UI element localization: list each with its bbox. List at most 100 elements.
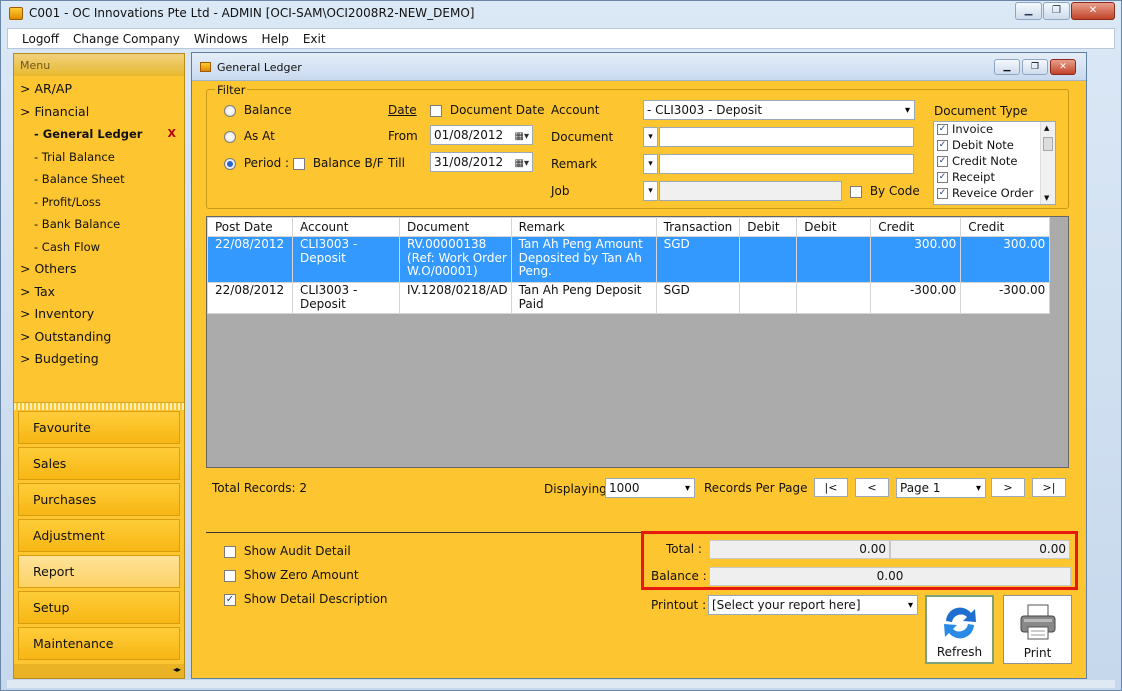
child-close-icon[interactable]: ✕ <box>1050 59 1076 75</box>
tree-item-cash-flow[interactable]: - Cash Flow <box>14 236 184 259</box>
prev-page-button[interactable]: < <box>855 478 889 497</box>
show-detail-description-checkbox[interactable]: ✓ <box>224 593 236 606</box>
cell-document: RV.00000138 (Ref: Work Order W.O/00001) <box>399 236 512 283</box>
balance-radio[interactable] <box>224 104 236 117</box>
total-label: Total : <box>666 542 702 556</box>
column-header[interactable]: Credit <box>960 217 1051 237</box>
column-header[interactable]: Credit <box>870 217 962 237</box>
next-page-button[interactable]: > <box>991 478 1025 497</box>
scroll-down-icon[interactable]: ▼ <box>1044 194 1049 202</box>
nav-button-adjustment[interactable]: Adjustment <box>18 519 180 552</box>
calendar-icon[interactable]: ▦▾ <box>515 155 529 171</box>
column-header[interactable]: Document <box>399 217 512 237</box>
first-page-button[interactable]: |< <box>814 478 848 497</box>
page-value: Page 1 <box>900 481 941 495</box>
column-header[interactable]: Account <box>292 217 400 237</box>
table-row[interactable]: 22/08/2012 CLI3003 - Deposit IV.1208/021… <box>207 282 1051 314</box>
tree-item-financial[interactable]: > Financial <box>14 101 184 124</box>
cell-debit <box>739 236 798 283</box>
table-row[interactable]: 22/08/2012 CLI3003 - Deposit RV.00000138… <box>207 236 1051 283</box>
document-input[interactable] <box>659 127 914 147</box>
tree-item-ar-ap[interactable]: > AR/AP <box>14 78 184 101</box>
tree-item-trial-balance[interactable]: - Trial Balance <box>14 146 184 169</box>
show-detail-description-label: Show Detail Description <box>243 592 388 606</box>
tree-item-outstanding[interactable]: > Outstanding <box>14 326 184 349</box>
close-tab-icon[interactable]: X <box>168 123 176 145</box>
menu-windows[interactable]: Windows <box>194 32 248 46</box>
status-strip <box>7 680 1115 688</box>
nav-button-purchases[interactable]: Purchases <box>18 483 180 516</box>
remark-dropdown-icon[interactable]: ▾ <box>643 154 658 174</box>
list-item[interactable]: ✓ Receipt <box>934 170 1055 186</box>
menu-change-company[interactable]: Change Company <box>73 32 180 46</box>
nav-button-report[interactable]: Report <box>18 555 180 588</box>
list-item[interactable]: ✓ Reveice Order <box>934 186 1055 202</box>
doc-type-checkbox[interactable]: ✓ <box>937 188 948 199</box>
balance-bf-checkbox[interactable] <box>293 157 305 170</box>
minimize-icon[interactable]: ▁ <box>1015 2 1042 20</box>
account-select[interactable]: - CLI3003 - Deposit ▾ <box>643 100 915 120</box>
tree-item-profit-loss[interactable]: - Profit/Loss <box>14 191 184 214</box>
nav-button-sales[interactable]: Sales <box>18 447 180 480</box>
remark-label: Remark <box>551 157 598 171</box>
panel-arrows-icon[interactable]: ◂▸ <box>173 665 181 674</box>
total-records: Total Records: 2 <box>212 481 308 495</box>
tree-item-others[interactable]: > Others <box>14 258 184 281</box>
nav-button-maintenance[interactable]: Maintenance <box>18 627 180 660</box>
document-dropdown-icon[interactable]: ▾ <box>643 127 658 147</box>
scroll-up-icon[interactable]: ▲ <box>1044 124 1049 132</box>
child-restore-icon[interactable]: ❐ <box>1022 59 1048 75</box>
restore-icon[interactable]: ❐ <box>1043 2 1070 20</box>
doc-type-checkbox[interactable]: ✓ <box>937 172 948 183</box>
printout-select[interactable]: [Select your report here] ▾ <box>708 595 918 615</box>
scroll-thumb[interactable] <box>1043 137 1053 151</box>
tree-item-inventory[interactable]: > Inventory <box>14 303 184 326</box>
doc-type-checkbox[interactable]: ✓ <box>937 140 948 151</box>
last-page-button[interactable]: >| <box>1032 478 1066 497</box>
tree-item-balance-sheet[interactable]: - Balance Sheet <box>14 168 184 191</box>
till-date-input[interactable]: 31/08/2012 ▦▾ <box>430 152 533 172</box>
nav-button-favourite[interactable]: Favourite <box>18 411 180 444</box>
menu-exit[interactable]: Exit <box>303 32 326 46</box>
page-select[interactable]: Page 1 ▾ <box>896 478 986 498</box>
tree-item-general-ledger[interactable]: - General Ledger X <box>14 123 184 146</box>
per-page-select[interactable]: 1000 ▾ <box>605 478 695 498</box>
doc-type-checkbox[interactable]: ✓ <box>937 124 948 135</box>
doc-type-checkbox[interactable]: ✓ <box>937 156 948 167</box>
list-item[interactable]: ✓ Invoice <box>934 122 1055 138</box>
remark-input[interactable] <box>659 154 914 174</box>
as-at-radio[interactable] <box>224 130 236 143</box>
column-header[interactable]: Debit <box>796 217 872 237</box>
job-dropdown-icon[interactable]: ▾ <box>643 181 658 201</box>
column-header[interactable]: Post Date <box>207 217 293 237</box>
column-header[interactable]: Debit <box>739 217 798 237</box>
document-date-checkbox[interactable] <box>430 104 442 117</box>
show-zero-amount-checkbox[interactable] <box>224 569 236 582</box>
tree-item-tax[interactable]: > Tax <box>14 281 184 304</box>
calendar-icon[interactable]: ▦▾ <box>515 128 529 144</box>
left-panel-footer: ◂▸ <box>14 664 184 678</box>
close-icon[interactable]: ✕ <box>1071 2 1115 20</box>
from-date-input[interactable]: 01/08/2012 ▦▾ <box>430 125 533 145</box>
column-header[interactable]: Remark <box>510 217 657 237</box>
refresh-button[interactable]: Refresh <box>925 595 994 664</box>
print-button[interactable]: Print <box>1003 595 1072 664</box>
list-item[interactable]: ✓ Debit Note <box>934 138 1055 154</box>
show-audit-detail-checkbox[interactable] <box>224 545 236 558</box>
tree-item-budgeting[interactable]: > Budgeting <box>14 348 184 371</box>
date-link[interactable]: Date <box>388 103 417 117</box>
menu-help[interactable]: Help <box>261 32 288 46</box>
job-input[interactable] <box>659 181 842 201</box>
document-type-list[interactable]: ✓ Invoice ✓ Debit Note ✓ Credit Note ✓ Recei… <box>933 121 1056 205</box>
tree-item-bank-balance[interactable]: - Bank Balance <box>14 213 184 236</box>
list-scrollbar[interactable]: ▲ ▼ <box>1040 122 1055 204</box>
child-minimize-icon[interactable]: ▁ <box>994 59 1020 75</box>
nav-button-setup[interactable]: Setup <box>18 591 180 624</box>
by-code-checkbox[interactable] <box>850 185 862 198</box>
period-radio[interactable] <box>224 157 236 170</box>
panel-splitter[interactable] <box>14 402 184 410</box>
column-header[interactable]: Transaction <box>655 217 741 237</box>
menu-logoff[interactable]: Logoff <box>22 32 59 46</box>
balance-bf-row: Balance B/F <box>293 156 384 170</box>
list-item[interactable]: ✓ Credit Note <box>934 154 1055 170</box>
